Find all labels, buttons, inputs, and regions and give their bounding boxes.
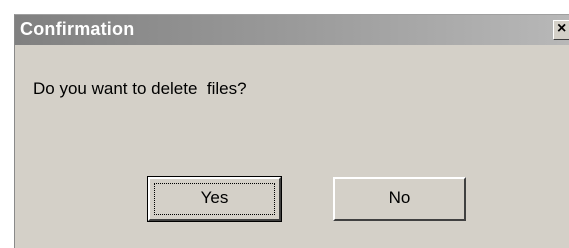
title-bar[interactable]: Confirmation × <box>15 15 569 45</box>
close-button[interactable]: × <box>553 20 569 40</box>
confirmation-dialog: Confirmation × Do you want to delete fil… <box>14 14 569 248</box>
no-button-label: No <box>388 188 411 207</box>
dialog-title: Confirmation <box>20 19 135 39</box>
close-icon: × <box>557 20 567 37</box>
yes-button[interactable]: Yes <box>147 176 282 222</box>
no-button[interactable]: No <box>333 177 466 221</box>
yes-button-label: Yes <box>200 188 229 207</box>
confirmation-message: Do you want to delete files? <box>33 79 247 98</box>
